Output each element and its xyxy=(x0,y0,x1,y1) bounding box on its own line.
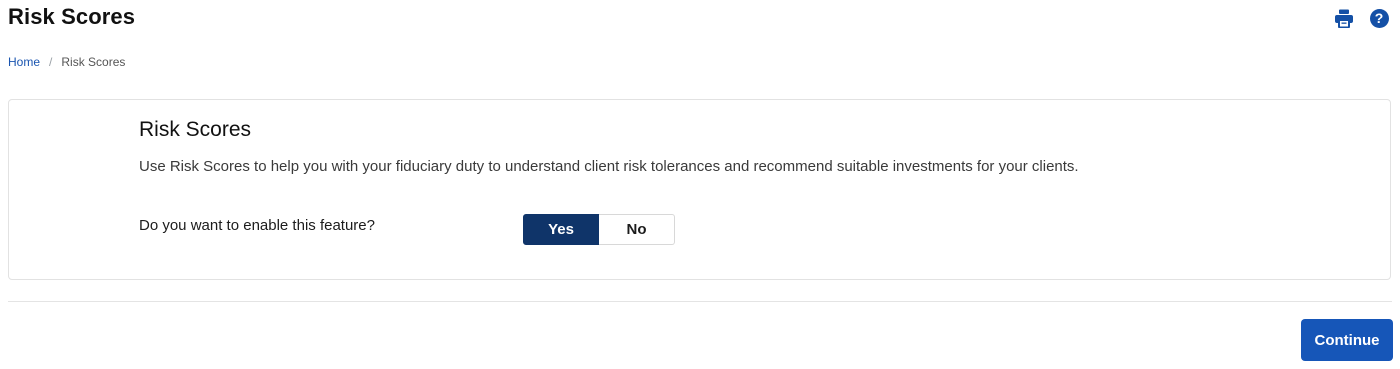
print-icon[interactable] xyxy=(1333,7,1355,29)
footer-divider xyxy=(8,301,1392,302)
page-title: Risk Scores xyxy=(8,4,136,29)
toggle-yes-button[interactable]: Yes xyxy=(523,214,599,245)
breadcrumb-current: Risk Scores xyxy=(61,55,126,69)
enable-feature-toggle: Yes No xyxy=(523,214,675,245)
continue-button[interactable]: Continue xyxy=(1301,319,1393,361)
header-actions: ? xyxy=(1333,7,1390,29)
breadcrumb-separator: / xyxy=(49,55,53,69)
help-icon[interactable]: ? xyxy=(1368,7,1390,29)
card-title: Risk Scores xyxy=(139,118,252,141)
print-icon-graphic xyxy=(1335,9,1353,28)
risk-scores-card: Risk Scores Use Risk Scores to help you … xyxy=(8,99,1391,280)
help-icon-glyph: ? xyxy=(1369,8,1389,28)
enable-feature-question: Do you want to enable this feature? xyxy=(139,217,375,234)
breadcrumb: Home / Risk Scores xyxy=(8,55,125,69)
card-description: Use Risk Scores to help you with your fi… xyxy=(139,158,1079,175)
breadcrumb-home-link[interactable]: Home xyxy=(8,55,40,69)
toggle-no-button[interactable]: No xyxy=(599,214,675,245)
